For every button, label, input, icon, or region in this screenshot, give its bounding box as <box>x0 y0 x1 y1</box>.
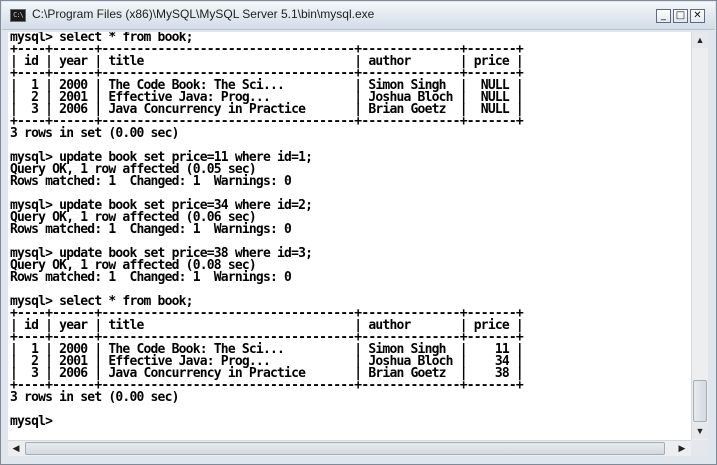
horizontal-scroll-thumb[interactable] <box>25 442 665 455</box>
vertical-scroll-thumb[interactable] <box>693 380 707 422</box>
scroll-right-arrow-icon[interactable]: ▶ <box>674 441 690 456</box>
console-text: mysql> select * from book; +----+------+… <box>8 32 691 428</box>
resize-grip[interactable] <box>691 440 708 456</box>
vertical-scrollbar[interactable]: ▲ ▼ <box>691 32 708 440</box>
console-line: Rows matched: 1 Changed: 1 Warnings: 0 <box>10 174 292 189</box>
console-app-icon: C:\ <box>10 9 26 22</box>
minimize-button[interactable]: _ <box>656 9 671 23</box>
console-line: 3 rows in set (0.00 sec) <box>10 390 179 405</box>
maximize-button[interactable]: □ <box>673 9 688 23</box>
window-title: C:\Program Files (x86)\MySQL\MySQL Serve… <box>32 7 375 21</box>
scroll-down-arrow-icon[interactable]: ▼ <box>692 423 708 439</box>
close-button[interactable]: ✕ <box>690 9 705 23</box>
console-line: 3 rows in set (0.00 sec) <box>10 126 179 141</box>
scroll-left-arrow-icon[interactable]: ◀ <box>8 441 24 456</box>
scroll-up-arrow-icon[interactable]: ▲ <box>692 32 708 48</box>
console-line: Rows matched: 1 Changed: 1 Warnings: 0 <box>10 270 292 285</box>
console-line: mysql> <box>10 414 53 429</box>
console-line: Rows matched: 1 Changed: 1 Warnings: 0 <box>10 222 292 237</box>
horizontal-scrollbar[interactable]: ◀ ▶ <box>8 440 691 456</box>
console-window: C:\ C:\Program Files (x86)\MySQL\MySQL S… <box>0 0 717 465</box>
console-output[interactable]: mysql> select * from book; +----+------+… <box>8 32 691 456</box>
title-bar[interactable]: C:\ C:\Program Files (x86)\MySQL\MySQL S… <box>2 2 715 30</box>
